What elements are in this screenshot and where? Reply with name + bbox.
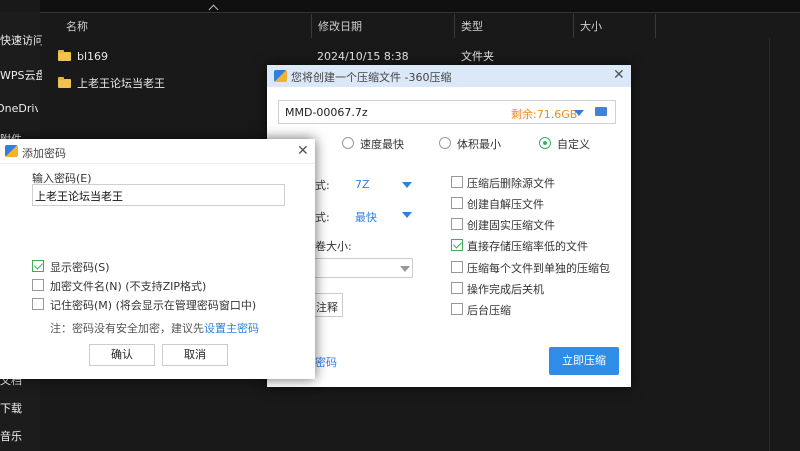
browse-folder-icon[interactable] xyxy=(595,107,607,116)
column-header-type[interactable]: 类型 xyxy=(455,14,574,38)
remember-password-checkbox[interactable] xyxy=(32,298,44,310)
compress-now-button[interactable]: 立即压缩 xyxy=(549,347,619,375)
column-header-date[interactable]: 修改日期 xyxy=(312,14,455,38)
archive-file-name: MMD-00067.7z xyxy=(285,106,368,119)
encrypt-filenames-label[interactable]: 加密文件名(N) (不支持ZIP格式) xyxy=(50,278,206,294)
cancel-button[interactable]: 取消 xyxy=(162,344,228,366)
confirm-button[interactable]: 确认 xyxy=(89,344,155,366)
column-header-size[interactable]: 大小 xyxy=(574,14,656,38)
password-value: 上老王论坛当老王 xyxy=(35,190,123,203)
method-label: 式: xyxy=(315,211,330,224)
column-divider xyxy=(769,38,770,451)
compress-dialog: 您将创建一个压缩文件 -360压缩 ✕ MMD-00067.7z 剩余:71.6… xyxy=(267,65,631,387)
option-checkbox[interactable] xyxy=(451,176,463,188)
option-label[interactable]: 创建固实压缩文件 xyxy=(467,217,555,233)
option-checkbox[interactable] xyxy=(451,218,463,230)
remember-password-label[interactable]: 记住密码(M) (将会显示在管理密码窗口中) xyxy=(50,297,256,313)
file-row[interactable]: 上老王论坛当老王 xyxy=(58,74,165,94)
set-master-password-link[interactable]: 设置主密码 xyxy=(204,322,259,335)
app-360-icon xyxy=(274,70,287,82)
file-type: 文件夹 xyxy=(461,50,494,63)
chevron-down-icon[interactable] xyxy=(402,182,412,188)
explorer-top-bar xyxy=(40,0,800,13)
file-name: 上老王论坛当老王 xyxy=(77,77,165,90)
format-select-value[interactable]: 7Z xyxy=(355,178,370,191)
file-name: bl169 xyxy=(77,50,109,63)
folder-icon xyxy=(58,50,71,61)
security-note: 注：密码没有安全加密，建议先设置主密码 xyxy=(50,320,259,336)
close-icon[interactable]: ✕ xyxy=(297,143,309,159)
radio-speed-label[interactable]: 速度最快 xyxy=(360,136,404,152)
file-row[interactable]: bl169 2024/10/15 8:38 文件夹 xyxy=(58,47,758,67)
option-label[interactable]: 压缩每个文件到单独的压缩包 xyxy=(467,260,610,276)
encrypt-filenames-checkbox[interactable] xyxy=(32,279,44,291)
chevron-down-icon[interactable] xyxy=(402,212,412,218)
nav-item-onedrive[interactable]: OneDrive xyxy=(0,102,38,115)
option-checkbox[interactable] xyxy=(451,197,463,209)
nav-item-music[interactable]: 音乐 xyxy=(0,428,42,444)
option-checkbox[interactable] xyxy=(451,303,463,315)
option-checkbox[interactable] xyxy=(451,282,463,294)
format-label: 式: xyxy=(315,179,330,192)
chevron-down-icon[interactable] xyxy=(400,266,410,272)
radio-size-label[interactable]: 体积最小 xyxy=(457,136,501,152)
folder-icon xyxy=(58,77,71,88)
column-header-name[interactable]: 名称 xyxy=(60,14,312,38)
radio-size[interactable] xyxy=(439,137,451,149)
option-label[interactable]: 直接存储压缩率低的文件 xyxy=(467,238,588,254)
volume-size-label: 卷大小: xyxy=(315,240,352,253)
security-note-text: 注：密码没有安全加密，建议先 xyxy=(50,322,204,335)
password-dialog-titlebar: 添加密码 ✕ xyxy=(0,139,315,164)
compress-dialog-title: 您将创建一个压缩文件 -360压缩 xyxy=(291,71,452,84)
option-label[interactable]: 创建自解压文件 xyxy=(467,196,544,212)
option-label[interactable]: 操作完成后关机 xyxy=(467,281,544,297)
password-input[interactable]: 上老王论坛当老王 xyxy=(32,184,285,206)
file-date: 2024/10/15 8:38 xyxy=(317,50,409,63)
nav-item-wps-cloud[interactable]: WPS云盘 xyxy=(0,67,42,83)
radio-custom[interactable] xyxy=(539,137,551,149)
password-dialog-title: 添加密码 xyxy=(22,147,66,160)
option-checkbox[interactable] xyxy=(451,239,463,251)
free-space-label: 剩余:71.6GB xyxy=(511,108,578,121)
password-dialog: 添加密码 ✕ 输入密码(E) 上老王论坛当老王 显示密码(S) 加密文件名(N)… xyxy=(0,139,315,379)
password-link[interactable]: 密码 xyxy=(315,354,337,370)
nav-item-quick-access[interactable]: 快速访问 xyxy=(0,32,42,48)
chevron-down-icon[interactable] xyxy=(574,110,584,116)
option-checkbox[interactable] xyxy=(451,261,463,273)
nav-item-downloads[interactable]: 下载 xyxy=(0,400,42,416)
option-label[interactable]: 后台压缩 xyxy=(467,302,511,318)
archive-path-field[interactable]: MMD-00067.7z 剩余:71.6GB xyxy=(278,100,616,124)
show-password-label[interactable]: 显示密码(S) xyxy=(50,259,110,275)
show-password-checkbox[interactable] xyxy=(32,260,44,272)
app-360-icon xyxy=(5,145,18,157)
comment-button-label: 注释 xyxy=(316,301,338,314)
close-icon[interactable]: ✕ xyxy=(613,67,625,83)
radio-speed[interactable] xyxy=(342,137,354,149)
option-label[interactable]: 压缩后删除源文件 xyxy=(467,175,555,191)
radio-custom-label[interactable]: 自定义 xyxy=(557,136,590,152)
method-select-value[interactable]: 最快 xyxy=(355,209,377,225)
compress-dialog-titlebar: 您将创建一个压缩文件 -360压缩 ✕ xyxy=(267,65,631,87)
